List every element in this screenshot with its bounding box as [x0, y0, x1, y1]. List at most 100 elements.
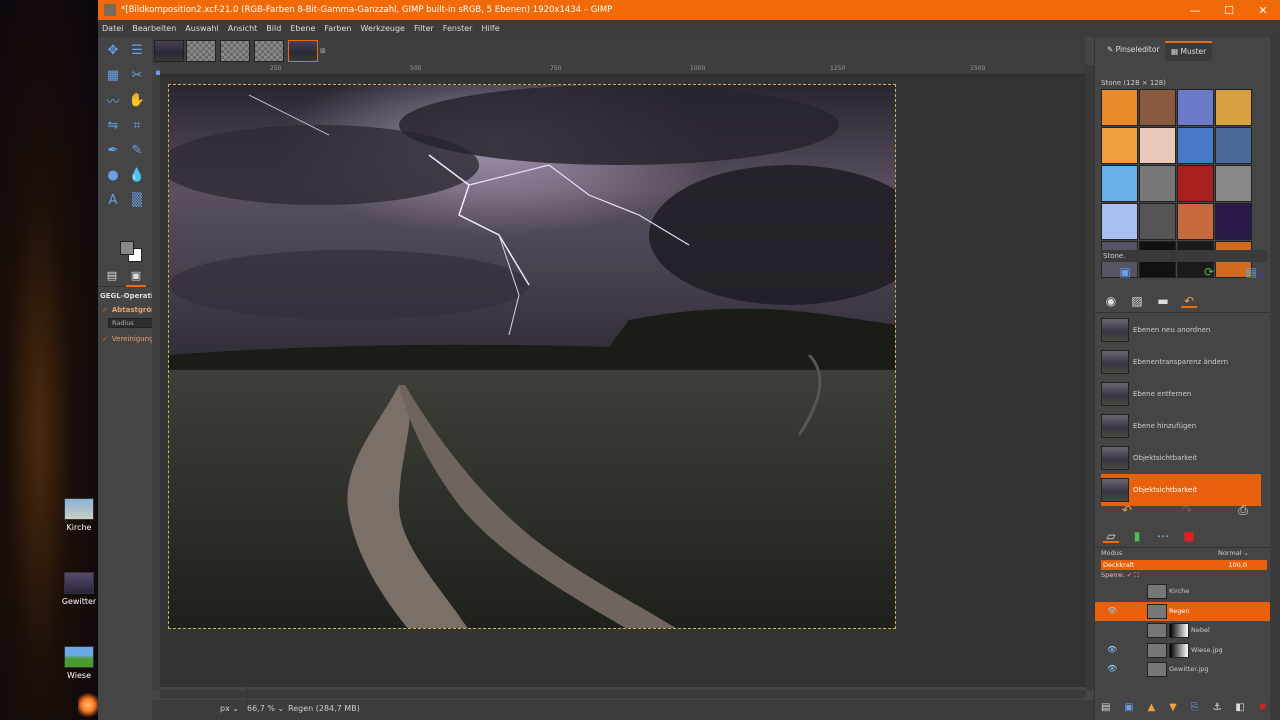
history-item[interactable]: Ebene entfernen [1101, 378, 1261, 410]
canvas-area[interactable] [160, 75, 1086, 687]
layers-tab-icon[interactable]: ▱ [1103, 529, 1119, 543]
close-button[interactable]: ✕ [1246, 0, 1280, 20]
image-tab-3[interactable] [220, 40, 250, 62]
layer-row[interactable]: 👁 Wiese.jpg [1095, 641, 1271, 661]
menu-item-6[interactable]: Farben [324, 24, 351, 33]
menu-item-0[interactable]: Datei [102, 24, 123, 33]
mask-layer-icon[interactable]: ◧ [1235, 702, 1244, 716]
ink-icon[interactable]: ✒ [102, 139, 124, 161]
horizontal-scrollbar[interactable] [160, 690, 1086, 698]
brushes-tab-icon[interactable]: ◉ [1103, 294, 1119, 308]
pattern-swatch[interactable] [1101, 127, 1138, 164]
anchor-layer-icon[interactable]: ⚓ [1212, 702, 1221, 716]
move-tool-icon[interactable]: ✥ [102, 39, 124, 61]
history-item[interactable]: Objektsichtbarkeit [1101, 474, 1261, 506]
layer-row[interactable]: 👁 Gewitter.jpg [1095, 660, 1271, 680]
redo-icon[interactable]: ↷ [1179, 503, 1195, 517]
warp-transform-icon[interactable]: 〰 [102, 89, 124, 111]
colors-tab-icon[interactable]: ■ [1181, 529, 1197, 543]
foreground-color-swatch[interactable] [120, 241, 134, 255]
refresh-icon[interactable]: ⟳ [1201, 265, 1217, 279]
pattern-swatch[interactable] [1139, 127, 1176, 164]
menu-item-3[interactable]: Ansicht [228, 24, 258, 33]
menu-item-10[interactable]: Hilfe [481, 24, 499, 33]
blur-icon[interactable]: 💧 [126, 164, 148, 186]
pattern-swatch[interactable] [1177, 165, 1214, 202]
layer-mode-row[interactable]: Modus Normal ⌄ [1101, 549, 1267, 559]
dock-scrollbar[interactable] [1270, 37, 1280, 720]
by-color-select-icon[interactable]: ▦ [102, 64, 124, 86]
menu-item-7[interactable]: Werkzeuge [361, 24, 405, 33]
dodge-icon[interactable]: ● [102, 164, 124, 186]
pattern-swatch[interactable] [1101, 165, 1138, 202]
tab-patterns[interactable]: ▦ Muster [1165, 41, 1213, 61]
mypaint-icon[interactable]: ✎ [126, 139, 148, 161]
menu-item-8[interactable]: Filter [414, 24, 434, 33]
pattern-swatch[interactable] [1139, 89, 1176, 126]
open-as-image-icon[interactable]: ▤ [1243, 265, 1259, 279]
paths-tab-icon[interactable]: ⋯ [1155, 529, 1171, 543]
edit-pattern-icon[interactable]: ▣ [1117, 265, 1133, 279]
clear-history-icon[interactable]: ⎙ [1235, 503, 1251, 517]
new-group-icon[interactable]: ▣ [1124, 702, 1133, 716]
maximize-button[interactable]: ☐ [1212, 0, 1246, 20]
pattern-swatch[interactable] [1215, 89, 1252, 126]
images-tab-icon[interactable]: ▨ [1129, 294, 1145, 308]
zoom-selector[interactable]: 66,7 % ⌄ [247, 704, 284, 713]
unit-selector[interactable]: px ⌄ [220, 704, 239, 713]
mode-value[interactable]: Normal ⌄ [1218, 549, 1249, 557]
new-layer-icon[interactable]: ▤ [1101, 702, 1110, 716]
align-tool-icon[interactable]: ☰ [126, 39, 148, 61]
pattern-swatch[interactable] [1101, 89, 1138, 126]
menu-item-9[interactable]: Fenster [443, 24, 473, 33]
raise-layer-icon[interactable]: ▲ [1148, 702, 1156, 716]
lower-layer-icon[interactable]: ▼ [1169, 702, 1177, 716]
layer-row[interactable]: 👁 Regen [1095, 601, 1271, 621]
layer-row[interactable]: Nebel [1095, 621, 1271, 641]
visibility-eye-icon[interactable]: 👁 [1107, 645, 1117, 654]
desktop-icon-kirche[interactable]: Kirche [60, 498, 98, 532]
paint-select-icon[interactable]: ▒ [126, 189, 148, 211]
handle-transform-icon[interactable]: ✋ [126, 89, 148, 111]
pattern-swatch[interactable] [1177, 89, 1214, 126]
undo-icon[interactable]: ↶ [1119, 503, 1135, 517]
pattern-swatch[interactable] [1139, 203, 1176, 240]
menu-item-4[interactable]: Bild [266, 24, 281, 33]
image-tab-2[interactable] [186, 40, 216, 62]
desktop-icon-gewitter[interactable]: Gewitter [60, 572, 98, 606]
duplicate-layer-icon[interactable]: ⎘ [1191, 702, 1199, 716]
tool-options-tab-icon[interactable]: ▤ [102, 269, 122, 287]
pattern-swatch[interactable] [1101, 203, 1138, 240]
pattern-swatch[interactable] [1215, 127, 1252, 164]
image-tab-1[interactable] [154, 40, 184, 62]
visibility-eye-icon[interactable]: 👁 [1107, 664, 1117, 673]
pattern-name-field[interactable]: Stone. [1101, 250, 1267, 262]
scissors-icon[interactable]: ✂ [126, 64, 148, 86]
flip-icon[interactable]: ⇋ [102, 114, 124, 136]
history-item[interactable]: Ebene hinzufügen [1101, 410, 1261, 442]
text-icon[interactable]: A [102, 189, 124, 211]
desktop-icon-wiese[interactable]: Wiese [60, 646, 98, 680]
gradients-tab-icon[interactable]: ▬ [1155, 294, 1171, 308]
pattern-swatch[interactable] [1215, 203, 1252, 240]
channels-tab-icon[interactable]: ▮ [1129, 529, 1145, 543]
history-item[interactable]: Objektsichtbarkeit [1101, 442, 1261, 474]
layer-row[interactable]: Kirche [1095, 582, 1271, 602]
pattern-swatch[interactable] [1139, 165, 1176, 202]
delete-layer-icon[interactable]: ✖ [1259, 702, 1267, 716]
device-status-tab-icon[interactable]: ▣ [126, 269, 146, 287]
fg-bg-colors[interactable] [118, 239, 146, 263]
history-item[interactable]: Ebenen neu anordnen [1101, 314, 1261, 346]
vertical-scrollbar[interactable] [1086, 65, 1094, 690]
image-tab-4[interactable] [254, 40, 284, 62]
visibility-eye-icon[interactable]: 👁 [1107, 606, 1117, 615]
cage-icon[interactable]: ⌗ [126, 114, 148, 136]
pattern-swatch[interactable] [1215, 165, 1252, 202]
close-tab-icon[interactable]: ⊠ [320, 47, 326, 55]
menu-item-2[interactable]: Auswahl [185, 24, 218, 33]
opacity-slider[interactable]: Deckkraft 100,0 [1101, 560, 1267, 570]
minimize-button[interactable]: — [1178, 0, 1212, 20]
layer-mask-thumbnail[interactable] [1169, 642, 1189, 658]
undo-history-tab-icon[interactable]: ↶ [1181, 294, 1197, 308]
pattern-swatch[interactable] [1177, 127, 1214, 164]
